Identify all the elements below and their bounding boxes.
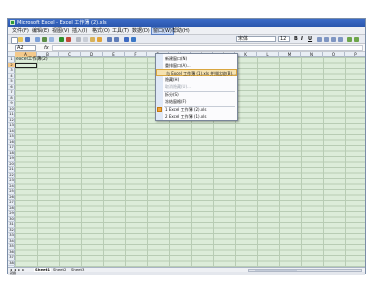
menu-format[interactable]: 格式(O) (91, 27, 111, 35)
formula-input[interactable] (52, 45, 363, 51)
autosum-icon[interactable] (131, 37, 136, 42)
window-menu-dropdown: 新建窗口(N) 重排窗口(A)... 与 Excel 工作薄 (1).xls 并… (155, 53, 238, 121)
menu-item-hide[interactable]: 隐藏(H) (156, 76, 237, 83)
permission-icon[interactable] (35, 37, 40, 42)
column-header-l[interactable]: L (257, 52, 279, 57)
font-size-select[interactable]: 12 (278, 36, 290, 42)
column-header-k[interactable]: K (235, 52, 257, 57)
column-header-p[interactable]: P (345, 52, 365, 57)
menu-item-window-1-label: 1 Excel 工作薄 (2).xls (165, 107, 207, 112)
hyperlink-icon[interactable] (124, 37, 129, 42)
name-box[interactable]: A2 (15, 45, 36, 51)
redo-icon[interactable] (114, 37, 119, 42)
percent-icon[interactable] (354, 37, 359, 42)
menu-item-split[interactable]: 拆分(S) (156, 91, 237, 98)
align-center-icon[interactable] (324, 37, 329, 42)
cut-icon[interactable] (76, 37, 81, 42)
menu-tools[interactable]: 工具(T) (111, 27, 130, 35)
checkmark-icon (157, 107, 162, 112)
active-cell-a2[interactable] (15, 62, 37, 68)
menu-item-compare-side-by-side[interactable]: 与 Excel 工作薄 (1).xls 并排比较(B)... (156, 69, 237, 76)
menu-item-new-window[interactable]: 新建窗口(N) (156, 55, 237, 62)
column-header-f[interactable]: F (125, 52, 147, 57)
new-file-icon[interactable] (11, 37, 18, 44)
status-bar: 就绪 (8, 272, 365, 275)
merge-center-icon[interactable] (338, 37, 343, 42)
fx-icon[interactable]: fx (44, 45, 49, 51)
formula-bar: A2 fx (8, 44, 365, 52)
excel-app-icon (10, 20, 15, 25)
print-preview-icon[interactable] (49, 37, 54, 42)
column-header-e[interactable]: E (103, 52, 125, 57)
menu-view[interactable]: 视图(V) (51, 27, 70, 35)
save-icon[interactable] (25, 37, 30, 42)
menu-bar: 文件(F) 编辑(E) 视图(V) 插入(I) 格式(O) 工具(T) 数据(D… (8, 27, 365, 35)
copy-icon[interactable] (83, 37, 88, 42)
spelling-icon[interactable] (59, 37, 64, 42)
italic-button[interactable]: I (301, 37, 303, 42)
format-painter-icon[interactable] (97, 37, 102, 42)
menu-item-freeze-panes[interactable]: 冻结窗格(F) (156, 98, 237, 105)
underline-button[interactable]: U (308, 37, 312, 42)
menu-edit[interactable]: 编辑(E) (31, 27, 50, 35)
title-bar: Microsoft Excel - Excel 工作薄 (2).xls (8, 19, 365, 27)
menu-item-arrange[interactable]: 重排窗口(A)... (156, 62, 237, 69)
bold-button[interactable]: B (294, 37, 298, 42)
currency-icon[interactable] (347, 37, 352, 42)
column-header-m[interactable]: M (279, 52, 301, 57)
excel-window: Microsoft Excel - Excel 工作薄 (2).xls 文件(F… (7, 18, 366, 275)
column-header-n[interactable]: N (301, 52, 323, 57)
font-name-select[interactable]: 宋体 (236, 36, 276, 42)
column-header-o[interactable]: O (323, 52, 345, 57)
print-icon[interactable] (42, 37, 47, 42)
menu-data[interactable]: 数据(D) (131, 27, 151, 35)
align-right-icon[interactable] (331, 37, 336, 42)
paste-icon[interactable] (90, 37, 95, 42)
status-text: 就绪 (10, 271, 17, 275)
research-icon[interactable] (66, 37, 71, 42)
toolbar: 宋体 12 B I U (8, 35, 365, 44)
align-left-icon[interactable] (317, 37, 322, 42)
column-header-c[interactable]: C (59, 52, 81, 57)
menu-help[interactable]: 帮助(H) (171, 27, 191, 35)
menu-item-unhide[interactable]: 取消隐藏(U)... (156, 83, 237, 90)
window-title: Microsoft Excel - Excel 工作薄 (2).xls (17, 20, 107, 26)
menu-item-window-1[interactable]: 1 Excel 工作薄 (2).xls (156, 106, 237, 113)
menu-file[interactable]: 文件(F) (11, 27, 30, 35)
menu-item-window-2[interactable]: 2 Excel 工作薄 (1).xls (156, 113, 237, 120)
undo-icon[interactable] (107, 37, 112, 42)
row-headers: 1 2 3 4 5 6 7 8 9 10 11 12 13 14 15 16 17 18 19 20 21 22 23 24 2… (8, 57, 15, 267)
row-header-38[interactable]: 38 (8, 261, 15, 266)
column-header-d[interactable]: D (81, 52, 103, 57)
open-folder-icon[interactable] (18, 37, 23, 42)
scrollbar-thumb[interactable] (255, 270, 297, 271)
menu-insert[interactable]: 插入(I) (71, 27, 88, 35)
